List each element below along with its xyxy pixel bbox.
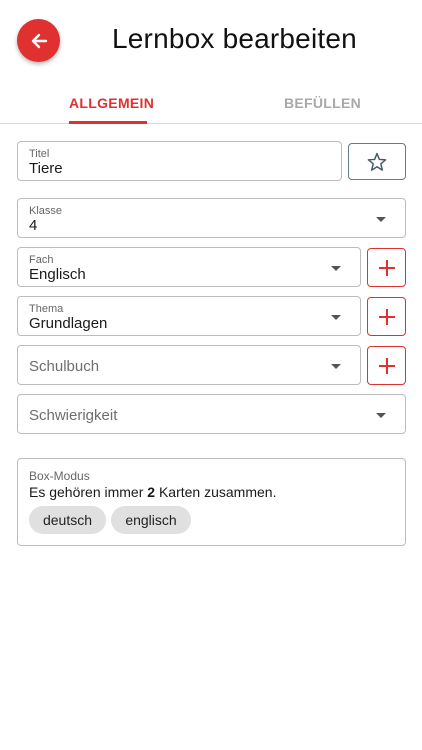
dropdown-caret-icon [376, 217, 386, 222]
titel-label: Titel [29, 148, 50, 160]
dropdown-caret-icon [331, 364, 341, 369]
add-fach-button[interactable] [367, 248, 406, 287]
schulbuch-select[interactable]: Schulbuch [17, 345, 361, 385]
dropdown-caret-icon [331, 315, 341, 320]
plus-icon [378, 308, 395, 325]
box-mode-text-after: Karten zusammen. [155, 484, 277, 500]
arrow-left-icon [31, 33, 47, 48]
page-title: Lernbox bearbeiten [112, 23, 357, 54]
dropdown-caret-icon [331, 266, 341, 271]
titel-value: Tiere [29, 160, 63, 177]
add-schulbuch-button[interactable] [367, 346, 406, 385]
schulbuch-placeholder: Schulbuch [29, 358, 100, 375]
plus-icon [378, 259, 395, 276]
titel-field[interactable]: Titel Tiere [17, 141, 342, 181]
tab-allgemein[interactable]: ALLGEMEIN [69, 95, 154, 111]
box-mode-label: Box-Modus [29, 469, 90, 483]
klasse-select[interactable]: Klasse 4 [17, 198, 406, 238]
thema-label: Thema [29, 303, 64, 315]
thema-value: Grundlagen [29, 315, 108, 332]
box-mode-description: Es gehören immer 2 Karten zusammen. [29, 484, 276, 500]
chip-deutsch[interactable]: deutsch [29, 506, 106, 534]
thema-select[interactable]: Thema Grundlagen [17, 296, 361, 336]
box-mode-card: Box-Modus Es gehören immer 2 Karten zusa… [17, 458, 406, 546]
add-thema-button[interactable] [367, 297, 406, 336]
tab-befuellen[interactable]: BEFÜLLEN [284, 95, 361, 111]
klasse-label: Klasse [29, 205, 63, 217]
tab-bar: ALLGEMEIN BEFÜLLEN [0, 82, 422, 124]
favorite-button[interactable] [348, 143, 406, 180]
box-mode-count: 2 [147, 484, 156, 500]
fach-value: Englisch [29, 266, 86, 283]
dropdown-caret-icon [376, 413, 386, 418]
back-button[interactable] [17, 19, 60, 62]
fach-label: Fach [29, 254, 54, 266]
box-mode-text-before: Es gehören immer [29, 484, 148, 500]
fach-select[interactable]: Fach Englisch [17, 247, 361, 287]
active-tab-indicator [69, 121, 147, 124]
klasse-value: 4 [29, 217, 38, 234]
chip-englisch[interactable]: englisch [111, 506, 191, 534]
schwierigkeit-select[interactable]: Schwierigkeit [17, 394, 406, 434]
schwierigkeit-placeholder: Schwierigkeit [29, 407, 118, 424]
star-icon [367, 152, 387, 171]
plus-icon [378, 357, 395, 374]
